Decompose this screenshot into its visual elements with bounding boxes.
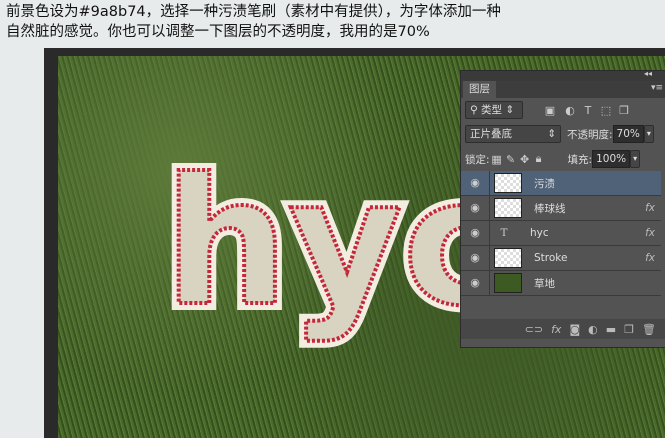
- layer-name: Stroke: [534, 252, 568, 264]
- lock-label: 锁定:: [465, 153, 490, 166]
- lock-transparent-icon[interactable]: ▦: [490, 153, 504, 166]
- layer-row-stain[interactable]: ◉ 污渍: [461, 171, 661, 196]
- layer-name: 棒球线: [534, 202, 566, 215]
- opacity-dropdown[interactable]: ▾: [643, 125, 654, 143]
- layer-row-grass[interactable]: ◉ 草地: [461, 271, 661, 296]
- new-group-icon[interactable]: ▬: [606, 323, 616, 336]
- lock-all-icon[interactable]: 🔒︎: [532, 152, 546, 166]
- search-icon: ⚲: [470, 104, 482, 116]
- opacity-input[interactable]: 70%: [612, 125, 644, 143]
- shape-filter-icon[interactable]: ⬚: [599, 104, 613, 117]
- image-filter-icon[interactable]: ▣: [543, 104, 557, 117]
- add-mask-icon[interactable]: ◙: [569, 323, 580, 336]
- visibility-eye-icon[interactable]: ◉: [461, 196, 490, 220]
- type-filter-icon[interactable]: T: [581, 104, 595, 117]
- lock-pixels-icon[interactable]: ✎: [504, 153, 518, 166]
- layer-list: ◉ 污渍 ◉ 棒球线 fx ◉ Thyc fx ◉ Stroke fx ◉ 草地: [461, 171, 661, 296]
- instruction-caption: 前景色设为#9a8b74，选择一种污渍笔刷（素材中有提供），为字体添加一种 自然…: [6, 2, 665, 42]
- delete-layer-icon[interactable]: 🗑︎: [642, 323, 656, 336]
- collapse-icon[interactable]: ◂◂: [644, 69, 652, 78]
- visibility-eye-icon[interactable]: ◉: [461, 171, 490, 195]
- fill-dropdown[interactable]: ▾: [630, 150, 641, 168]
- link-layers-icon[interactable]: ⊂⊃: [525, 323, 543, 336]
- layers-bottom-toolbar: ⊂⊃ fx ◙ ◐ ▬ ❐ 🗑︎: [461, 319, 665, 339]
- new-adjustment-icon[interactable]: ◐: [588, 323, 598, 336]
- visibility-eye-icon[interactable]: ◉: [461, 221, 490, 245]
- layer-thumbnail: [494, 173, 522, 193]
- layer-thumbnail: [494, 248, 522, 268]
- caption-line-1: 前景色设为#9a8b74，选择一种污渍笔刷（素材中有提供），为字体添加一种: [6, 4, 501, 20]
- layer-thumbnail: [494, 198, 522, 218]
- blend-mode-value: 正片叠底: [470, 128, 512, 140]
- visibility-eye-icon[interactable]: ◉: [461, 246, 490, 270]
- new-layer-icon[interactable]: ❐: [624, 323, 634, 336]
- layers-panel: ◂◂ 图层 ▾≡ ⚲ 类型 ⇕ ▣ ◐ T ⬚ ❐ 正片叠底 ⇕ 不透明度: 70%…: [460, 69, 665, 348]
- fx-icon[interactable]: fx: [645, 227, 655, 239]
- panel-menu-icon[interactable]: ▾≡: [651, 83, 663, 93]
- adjustment-filter-icon[interactable]: ◐: [563, 104, 577, 117]
- fx-icon[interactable]: fx: [645, 252, 655, 264]
- lock-position-icon[interactable]: ✥: [518, 153, 532, 166]
- caption-line-2: 自然脏的感觉。你也可以调整一下图层的不透明度，我用的是70%: [6, 24, 430, 40]
- tab-layers[interactable]: 图层: [463, 81, 496, 98]
- layer-row-stroke[interactable]: ◉ Stroke fx: [461, 246, 661, 271]
- filter-kind-select[interactable]: ⚲ 类型 ⇕: [465, 101, 523, 119]
- smart-object-filter-icon[interactable]: ❐: [617, 104, 631, 117]
- text-layer-icon: T: [500, 227, 508, 239]
- visibility-eye-icon[interactable]: ◉: [461, 271, 490, 295]
- panel-topbar: ◂◂: [461, 69, 665, 81]
- letters-stitching: hyc: [164, 153, 506, 345]
- layer-name: 污渍: [534, 177, 555, 190]
- layer-row-hyc[interactable]: ◉ Thyc fx: [461, 221, 661, 246]
- fill-input[interactable]: 100%: [592, 150, 631, 168]
- blend-mode-select[interactable]: 正片叠底 ⇕: [465, 125, 561, 143]
- layer-name: hyc: [530, 227, 549, 239]
- layer-thumbnail: [494, 273, 522, 293]
- opacity-label: 不透明度:: [567, 128, 613, 141]
- fx-icon[interactable]: fx: [645, 202, 655, 214]
- layer-row-stitching[interactable]: ◉ 棒球线 fx: [461, 196, 661, 221]
- layer-name: 草地: [534, 277, 555, 290]
- filter-kind-value: 类型: [481, 104, 503, 116]
- add-style-icon[interactable]: fx: [551, 323, 561, 336]
- fill-label: 填充:: [567, 153, 593, 166]
